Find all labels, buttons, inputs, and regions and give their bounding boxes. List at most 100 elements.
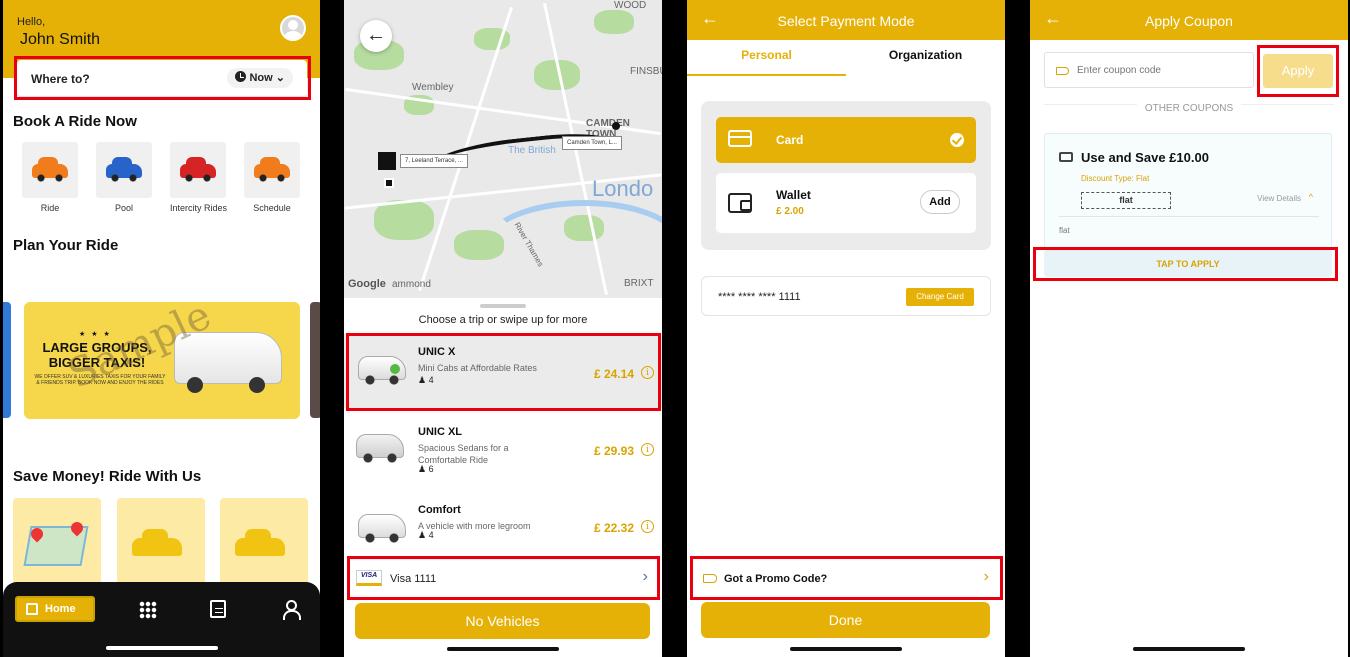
wallet-label: Wallet xyxy=(776,188,811,202)
chevron-up-icon[interactable]: ^ xyxy=(1309,192,1313,202)
other-coupons-divider: OTHER COUPONS xyxy=(1044,103,1334,116)
page-title: Apply Coupon xyxy=(1145,13,1233,29)
info-icon[interactable]: i xyxy=(641,443,654,456)
promo-banner[interactable]: ★ ★ ★ LARGE GROUPS, BIGGER TAXIS! WE OFF… xyxy=(24,302,300,419)
vehicle-name: UNIC X xyxy=(418,346,456,358)
credit-card-icon xyxy=(728,130,752,147)
selected-card-row: **** **** **** 1111 Change Card xyxy=(701,276,991,316)
destination-tag: Camden Town, L... xyxy=(562,136,622,150)
banner-next[interactable] xyxy=(310,302,320,418)
greeting: Hello, xyxy=(17,16,46,28)
visa-card-icon: VISA xyxy=(356,570,382,586)
tap-to-apply-button[interactable]: TAP TO APPLY xyxy=(1044,251,1332,277)
view-details-link[interactable]: View Details xyxy=(1257,194,1301,203)
promo-code-label: Got a Promo Code? xyxy=(724,573,828,585)
origin-tag: 7, Leeland Terrace, ... xyxy=(400,154,468,168)
taxi-discount-icon xyxy=(235,529,285,556)
add-wallet-button[interactable]: Add xyxy=(920,190,960,214)
payment-mode-screen: ← Select Payment Mode Personal Organizat… xyxy=(687,0,1005,657)
payment-method-label: Visa 1111 xyxy=(390,573,437,585)
promo-code-row[interactable]: Got a Promo Code? › xyxy=(691,560,1001,598)
red-car-luggage-icon xyxy=(180,157,216,182)
nav-home[interactable]: Home xyxy=(15,596,95,622)
ride-option-label: Ride xyxy=(40,203,60,213)
discount-type: Discount Type: Flat xyxy=(1081,174,1150,183)
wallet-icon xyxy=(728,193,752,213)
bottom-nav: Home xyxy=(3,582,320,657)
coupon-code-input[interactable] xyxy=(1044,52,1254,88)
vehicle-row-unic-x[interactable]: UNIC X Mini Cabs at Affordable Rates ♟ 4… xyxy=(344,334,662,408)
apply-button[interactable]: Apply xyxy=(1263,54,1333,88)
save-card-taxi[interactable] xyxy=(117,498,205,588)
vehicle-row-unic-xl[interactable]: UNIC XL Spacious Sedans for a Comfortabl… xyxy=(344,414,662,488)
chevron-right-icon: › xyxy=(642,568,648,585)
map-label: ammond xyxy=(392,279,431,290)
no-vehicles-button[interactable]: No Vehicles xyxy=(355,603,650,639)
vehicle-name: UNIC XL xyxy=(418,426,462,438)
top-bar: ← Apply Coupon xyxy=(1030,0,1348,40)
where-to-label: Where to? xyxy=(31,72,90,86)
home-indicator xyxy=(790,647,902,651)
orange-car-icon xyxy=(32,157,68,182)
vehicle-desc: A vehicle with more legroom xyxy=(418,521,531,531)
sheet-handle[interactable] xyxy=(480,304,526,308)
ride-option-intercity[interactable]: Intercity Rides xyxy=(170,142,227,213)
vehicle-row-comfort[interactable]: Comfort A vehicle with more legroom ♟ 4 … xyxy=(344,492,662,566)
clock-icon xyxy=(235,71,247,82)
map-river xyxy=(484,200,662,290)
book-ride-title: Book A Ride Now xyxy=(13,113,137,130)
ride-option-pool[interactable]: Pool xyxy=(96,142,152,213)
vehicle-price: £ 29.93 xyxy=(593,444,634,458)
vehicle-name: Comfort xyxy=(418,504,461,516)
tab-organization[interactable]: Organization xyxy=(846,40,1005,76)
info-icon[interactable]: i xyxy=(641,520,654,533)
home-screen: Hello, John Smith Where to? Now ⌄ Book A… xyxy=(3,0,320,657)
ride-option-schedule[interactable]: Schedule xyxy=(244,142,300,213)
top-bar: ← Select Payment Mode xyxy=(687,0,1005,40)
tag-icon xyxy=(703,574,717,583)
tab-personal[interactable]: Personal xyxy=(687,40,846,76)
coupon-card[interactable]: Use and Save £10.00 Discount Type: Flat … xyxy=(1044,133,1332,251)
home-icon xyxy=(26,603,38,615)
map-label: BRIXT xyxy=(624,278,654,289)
back-button[interactable]: ← xyxy=(360,20,392,52)
van-icon xyxy=(356,434,404,463)
ride-option-ride[interactable]: Ride xyxy=(22,142,78,213)
bookings-icon[interactable] xyxy=(210,600,226,618)
home-indicator xyxy=(1133,647,1245,651)
taxi-icon xyxy=(132,529,182,556)
info-icon[interactable]: i xyxy=(641,366,654,379)
origin-marker xyxy=(378,152,396,170)
payment-method-row[interactable]: VISA Visa 1111 › xyxy=(348,559,658,597)
page-title: Select Payment Mode xyxy=(777,13,915,29)
grid-icon[interactable] xyxy=(139,601,157,619)
coupon-title: Use and Save £10.00 xyxy=(1081,150,1209,165)
banner-prev[interactable] xyxy=(3,302,11,418)
tag-icon xyxy=(1056,67,1069,75)
blue-car-icon xyxy=(106,157,142,182)
chevron-down-icon: ⌄ xyxy=(275,72,285,84)
change-card-button[interactable]: Change Card xyxy=(906,288,974,306)
choose-trip-screen: Wembley CAMDEN TOWN FINSBU WOOD BRIXT Lo… xyxy=(344,0,662,657)
profile-icon[interactable] xyxy=(282,600,301,620)
wallet-balance: £ 2.00 xyxy=(776,206,804,217)
where-to-field[interactable]: Where to? Now ⌄ xyxy=(17,60,307,96)
arrow-left-icon: ← xyxy=(366,24,386,46)
nav-home-label: Home xyxy=(45,603,76,615)
avatar[interactable] xyxy=(280,15,306,41)
plan-ride-title: Plan Your Ride xyxy=(13,237,119,254)
map-park xyxy=(374,200,434,240)
time-selector[interactable]: Now ⌄ xyxy=(227,68,293,88)
save-card-discount[interactable] xyxy=(220,498,308,588)
done-button[interactable]: Done xyxy=(701,602,990,638)
save-card-map[interactable] xyxy=(13,498,101,588)
car-icon xyxy=(358,514,406,543)
seat-count: ♟ 6 xyxy=(418,464,434,474)
card-label: Card xyxy=(776,133,804,147)
seat-count: ♟ 4 xyxy=(418,375,434,385)
card-option[interactable]: Card xyxy=(716,117,976,163)
home-indicator xyxy=(105,646,218,650)
wallet-option[interactable]: Wallet £ 2.00 Add xyxy=(716,173,976,233)
map-view[interactable]: Wembley CAMDEN TOWN FINSBU WOOD BRIXT Lo… xyxy=(344,0,662,298)
map-label: WOOD xyxy=(614,0,647,11)
